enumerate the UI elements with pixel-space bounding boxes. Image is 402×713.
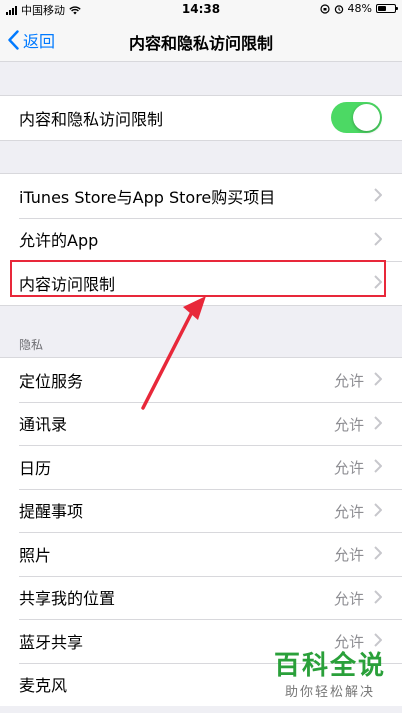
watermark-logo: 百科全说 助你轻松解决	[274, 651, 386, 700]
row-label: 照片	[19, 545, 52, 565]
row-label: 麦克风	[19, 676, 68, 696]
row-label: 定位服务	[19, 371, 84, 391]
battery-percent: 48%	[347, 2, 372, 15]
row-itunes-app-store-purchases[interactable]: iTunes Store与App Store购买项目	[0, 174, 402, 218]
orientation-lock-icon	[319, 3, 330, 14]
row-allowed-apps[interactable]: 允许的App	[0, 217, 402, 262]
row-label: 通讯录	[19, 415, 68, 435]
chevron-right-icon	[374, 459, 382, 473]
chevron-right-icon	[374, 502, 382, 517]
toggle-knob	[353, 104, 380, 131]
chevron-right-icon	[374, 231, 382, 246]
row-calendars[interactable]: 日历 允许	[0, 445, 402, 489]
page-title: 内容和隐私访问限制	[128, 34, 273, 53]
battery-fill	[378, 6, 386, 11]
toggle-group: 内容和隐私访问限制	[0, 95, 402, 141]
row-value: 允许	[333, 415, 364, 434]
row-value: 允许	[333, 372, 364, 390]
battery-icon	[376, 4, 398, 13]
watermark-title: 百科全说	[273, 651, 386, 681]
row-label: 蓝牙共享	[19, 632, 84, 652]
chevron-right-icon	[374, 546, 382, 560]
chevron-right-icon	[374, 188, 382, 202]
privacy-section-header: 隐私	[19, 338, 44, 352]
content-privacy-toggle[interactable]	[331, 102, 382, 133]
row-contacts[interactable]: 通讯录 允许	[0, 401, 402, 446]
row-label: 允许的App	[19, 231, 99, 251]
chevron-right-icon	[374, 372, 382, 386]
toggle-row-label: 内容和隐私访问限制	[19, 109, 164, 129]
chevron-right-icon	[374, 633, 382, 647]
content-privacy-toggle-row: 内容和隐私访问限制	[0, 96, 402, 140]
alarm-icon	[334, 4, 343, 14]
row-location-services[interactable]: 定位服务 允许	[0, 358, 402, 402]
navigation-bar: 返回 内容和隐私访问限制	[0, 18, 402, 62]
row-reminders[interactable]: 提醒事项 允许	[0, 488, 402, 533]
row-share-my-location[interactable]: 共享我的位置 允许	[0, 575, 402, 620]
highlight-box	[10, 260, 386, 297]
row-value: 允许	[333, 502, 364, 521]
status-bar: 中国移动 14:38 48%	[0, 0, 402, 18]
row-label: iTunes Store与App Store购买项目	[19, 187, 276, 207]
chevron-right-icon	[374, 415, 382, 430]
row-label: 提醒事项	[19, 502, 84, 522]
row-photos[interactable]: 照片 允许	[0, 532, 402, 576]
watermark-subtitle: 助你轻松解决	[284, 685, 375, 700]
row-label: 日历	[19, 458, 52, 478]
row-label: 共享我的位置	[19, 589, 116, 609]
row-value: 允许	[333, 459, 364, 477]
chevron-right-icon	[374, 589, 382, 604]
row-value: 允许	[333, 589, 364, 608]
row-value: 允许	[333, 546, 364, 564]
status-right: 48%	[319, 2, 398, 15]
row-value: 允许	[333, 633, 364, 651]
